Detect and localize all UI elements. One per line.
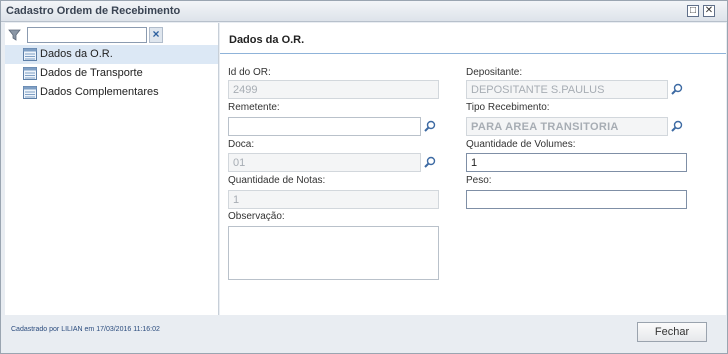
filter-input[interactable] <box>27 27 147 43</box>
remetente-search-icon[interactable] <box>421 117 439 136</box>
form-icon <box>23 86 37 99</box>
form-panel: Dados da O.R. Id do OR: Remetente: Doca:… <box>220 23 726 315</box>
tree-item-label: Dados de Transporte <box>40 67 143 79</box>
filter-icon[interactable] <box>8 28 22 42</box>
tipo-recebimento-search-icon[interactable] <box>668 117 686 136</box>
doca-label: Doca: <box>228 139 255 150</box>
panel-title: Dados da O.R. <box>229 34 305 46</box>
tipo-recebimento-field <box>466 117 668 136</box>
doca-field <box>228 153 421 172</box>
quantidade-volumes-label: Quantidade de Volumes: <box>466 139 576 150</box>
close-icon[interactable]: ✕ <box>703 5 715 17</box>
footer-bar: Cadastrado por LILIAN em 17/03/2016 11:1… <box>5 316 726 352</box>
remetente-label: Remetente: <box>228 102 280 113</box>
observacao-field[interactable] <box>228 226 439 280</box>
doca-search-icon[interactable] <box>421 153 439 172</box>
maximize-icon[interactable]: □ <box>687 5 699 17</box>
status-text: Cadastrado por LILIAN em 17/03/2016 11:1… <box>11 326 160 333</box>
peso-label: Peso: <box>466 175 492 186</box>
depositante-label: Depositante: <box>466 67 523 78</box>
tipo-recebimento-label: Tipo Recebimento: <box>466 102 550 113</box>
tree-item-dados-transporte[interactable]: Dados de Transporte <box>5 64 218 83</box>
clear-icon[interactable]: × <box>149 27 163 43</box>
peso-field[interactable] <box>466 190 687 209</box>
observacao-label: Observação: <box>228 211 285 222</box>
tree-item-dados-complementares[interactable]: Dados Complementares <box>5 83 218 102</box>
id-or-field <box>228 80 439 99</box>
dialog-window: Cadastro Ordem de Recebimento □ ✕ × Dado… <box>0 0 728 354</box>
window-title: Cadastro Ordem de Recebimento <box>6 5 181 17</box>
tree-list: Dados da O.R. Dados de Transporte Dados … <box>5 45 218 102</box>
depositante-search-icon[interactable] <box>668 80 686 99</box>
close-button[interactable]: Fechar <box>637 322 707 342</box>
tree-item-label: Dados da O.R. <box>40 48 113 60</box>
panel-header: Dados da O.R. <box>220 23 726 54</box>
form-icon <box>23 48 37 61</box>
tree-item-dados-or[interactable]: Dados da O.R. <box>5 45 218 64</box>
quantidade-notas-label: Quantidade de Notas: <box>228 175 326 186</box>
navigation-sidebar: × Dados da O.R. Dados de Transporte Dado… <box>5 23 219 315</box>
quantidade-volumes-field[interactable] <box>466 153 687 172</box>
remetente-field[interactable] <box>228 117 421 136</box>
title-bar[interactable]: Cadastro Ordem de Recebimento □ ✕ <box>1 1 727 22</box>
tree-item-label: Dados Complementares <box>40 86 159 98</box>
id-or-label: Id do OR: <box>228 67 271 78</box>
form-icon <box>23 67 37 80</box>
quantidade-notas-field <box>228 190 439 209</box>
depositante-field <box>466 80 668 99</box>
